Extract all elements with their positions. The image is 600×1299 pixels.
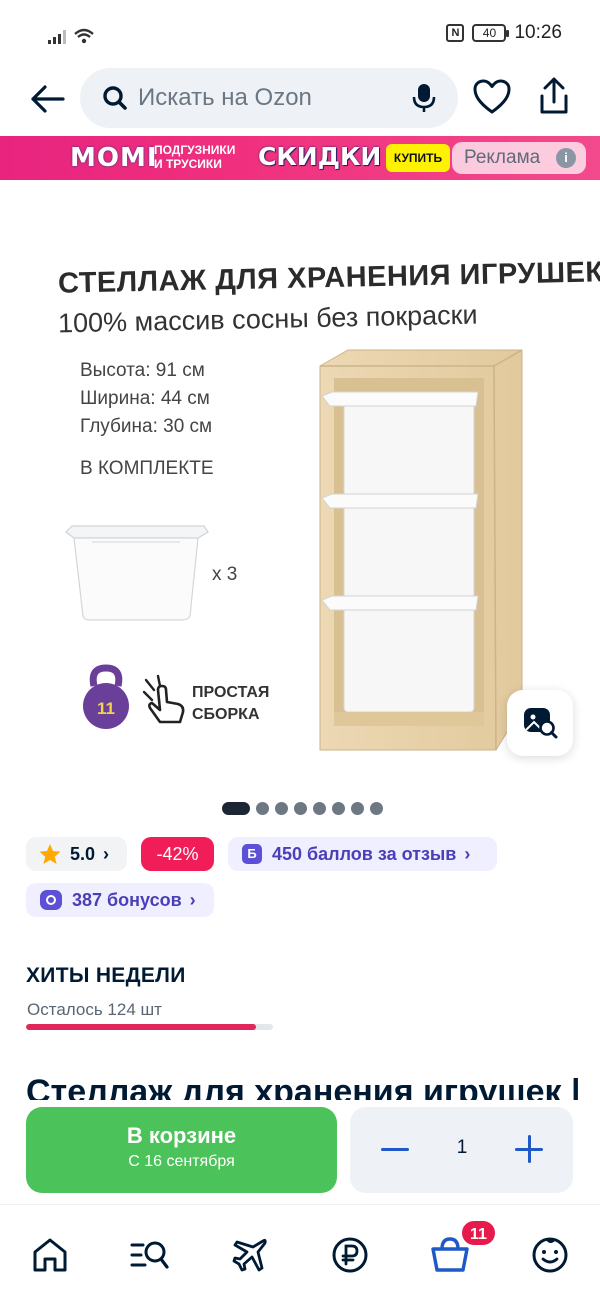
image-easy-assembly: ПРОСТАЯ СБОРКА xyxy=(192,684,270,723)
banner-sale-text: СКИДКИ xyxy=(258,142,382,171)
microphone-icon[interactable] xyxy=(412,82,436,114)
ad-label-button[interactable]: Реклама i xyxy=(452,142,586,174)
gallery-dot[interactable] xyxy=(256,802,269,815)
nav-travel[interactable] xyxy=(228,1233,272,1277)
image-search-button[interactable] xyxy=(507,690,573,756)
banner-buy-button[interactable]: КУПИТЬ xyxy=(386,144,450,172)
image-dim-height: Высота: 91 см xyxy=(80,360,205,381)
favorite-heart-icon[interactable] xyxy=(472,78,512,116)
kettlebell-icon: 11 xyxy=(83,664,129,729)
star-icon xyxy=(39,844,61,864)
image-search-icon xyxy=(524,708,558,739)
bonus-icon xyxy=(40,890,62,910)
shelf-illustration xyxy=(319,349,523,751)
chevron-right-icon: › xyxy=(464,843,471,864)
home-icon xyxy=(33,1238,67,1272)
back-button[interactable] xyxy=(26,78,68,120)
nav-profile[interactable] xyxy=(528,1233,572,1277)
kettlebell-weight: 11 xyxy=(97,699,115,718)
search-icon xyxy=(103,86,127,110)
image-title: СТЕЛЛАЖ ДЛЯ ХРАНЕНИЯ ИГРУШЕК xyxy=(57,256,600,300)
gallery-dot[interactable] xyxy=(370,802,383,815)
quantity-stepper: 1 xyxy=(350,1107,573,1193)
info-icon: i xyxy=(556,148,576,168)
search-input[interactable]: Искать на Ozon xyxy=(80,68,458,128)
profile-smile-icon xyxy=(532,1237,568,1273)
banner-brand-sub: подгузники и трусики xyxy=(154,143,236,171)
gallery-pagination xyxy=(222,802,383,815)
rating-chip[interactable]: 5.0 › xyxy=(26,837,127,871)
cart-count-badge: 11 xyxy=(460,1219,497,1247)
signal-wifi-icon xyxy=(48,28,94,44)
battery-icon: 40 xyxy=(472,24,510,42)
gallery-dot[interactable] xyxy=(332,802,345,815)
stock-remaining: Осталось 124 шт xyxy=(27,1000,162,1019)
image-subtitle: 100% массив сосны без покраски xyxy=(57,299,478,339)
increase-quantity-button[interactable] xyxy=(512,1131,548,1167)
points-icon: Б xyxy=(242,844,262,864)
nav-home[interactable] xyxy=(28,1233,72,1277)
delivery-date: С 16 сентября xyxy=(128,1153,235,1170)
stock-progress-bar xyxy=(26,1024,273,1030)
image-dim-width: Ширина: 44 см xyxy=(80,388,210,409)
arrow-left-icon xyxy=(31,85,65,113)
hits-title: ХИТЫ НЕДЕЛИ xyxy=(26,964,186,987)
in-cart-label: В корзине xyxy=(126,1123,237,1148)
action-bar: В корзине С 16 сентября 1 xyxy=(0,1100,600,1204)
storage-box-illustration xyxy=(65,525,209,621)
nav-finance[interactable] xyxy=(328,1233,372,1277)
bottom-navigation: 11 xyxy=(0,1204,600,1299)
discount-badge: -42% xyxy=(141,837,214,871)
clock: 10:26 xyxy=(514,22,562,43)
chevron-right-icon: › xyxy=(103,843,110,864)
in-cart-button[interactable]: В корзине С 16 сентября xyxy=(26,1107,337,1193)
ad-label: Реклама xyxy=(464,147,541,168)
gallery-dot[interactable] xyxy=(313,802,326,815)
ruble-icon xyxy=(332,1237,368,1273)
bonus-label: 387 бонусов xyxy=(72,889,182,910)
ad-banner[interactable]: MOMI подгузники и трусики СКИДКИ КУПИТЬ … xyxy=(0,136,600,180)
chevron-right-icon: › xyxy=(189,889,196,910)
search-placeholder: Искать на Ozon xyxy=(138,84,312,111)
catalog-search-icon xyxy=(130,1241,169,1269)
image-set-label: В КОМПЛЕКТЕ xyxy=(80,458,214,479)
product-title: Стеллаж для хранения игрушек | xyxy=(26,1073,581,1102)
airplane-icon xyxy=(232,1238,267,1272)
review-points-chip[interactable]: Б 450 баллов за отзыв › xyxy=(228,837,497,871)
header: Искать на Ozon xyxy=(0,66,600,136)
share-icon[interactable] xyxy=(534,76,574,118)
decrease-quantity-button[interactable] xyxy=(378,1131,414,1167)
quantity-value: 1 xyxy=(456,1137,468,1158)
hand-tap-icon xyxy=(142,674,185,724)
image-qty-label: x 3 xyxy=(212,564,238,585)
nfc-icon: N xyxy=(446,24,465,42)
rating-value: 5.0 xyxy=(70,843,96,864)
product-image[interactable]: СТЕЛЛАЖ ДЛЯ ХРАНЕНИЯ ИГРУШЕК 100% массив… xyxy=(0,180,600,790)
stock-progress-fill xyxy=(26,1024,256,1030)
review-points-label: 450 баллов за отзыв xyxy=(272,843,457,864)
gallery-dot[interactable] xyxy=(294,802,307,815)
gallery-dot[interactable] xyxy=(351,802,364,815)
bonus-chip[interactable]: 387 бонусов › xyxy=(26,883,214,917)
banner-brand: MOMI xyxy=(70,143,158,173)
status-bar: N 40 10:26 xyxy=(0,0,600,66)
gallery-dot[interactable] xyxy=(222,802,250,815)
nav-catalog[interactable] xyxy=(128,1233,172,1277)
image-dim-depth: Глубина: 30 см xyxy=(80,416,213,437)
gallery-dot[interactable] xyxy=(275,802,288,815)
